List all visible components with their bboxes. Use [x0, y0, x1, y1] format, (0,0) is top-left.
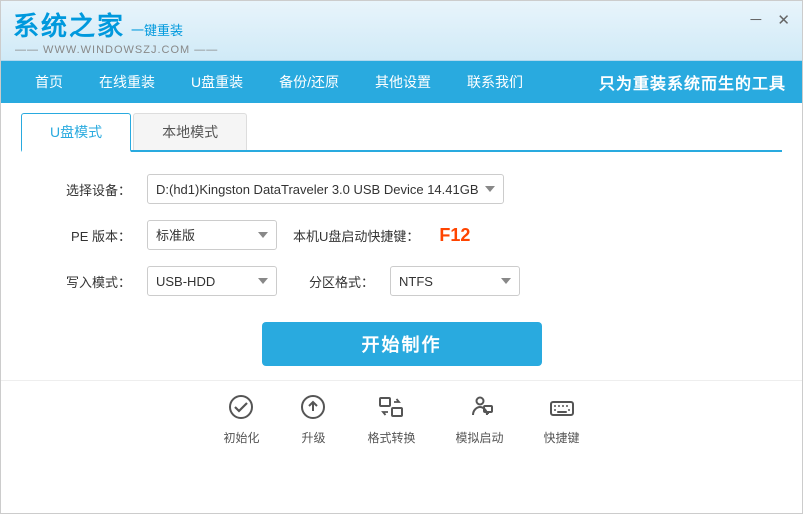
nav-bar: 首页 在线重装 U盘重装 备份/还原 其他设置 联系我们 只为重装系统而生的工具 — [1, 61, 802, 103]
tools-bar: 初始化 升级 — [1, 380, 802, 454]
tool-simulate-boot[interactable]: 模拟启动 — [456, 393, 504, 446]
nav-usb-reinstall[interactable]: U盘重装 — [173, 61, 261, 103]
device-row: 选择设备： D:(hd1)Kingston DataTraveler 3.0 U… — [61, 174, 742, 204]
partition-select-wrap: NTFS — [390, 266, 520, 296]
write-label: 写入模式： — [61, 272, 131, 291]
tool-upgrade[interactable]: 升级 — [299, 393, 327, 446]
pe-select[interactable]: 标准版 — [147, 220, 277, 250]
tool-format-convert-label: 格式转换 — [367, 429, 415, 446]
shortcut-label: 本机U盘启动快捷键： — [293, 226, 419, 245]
window-controls: － ✕ — [748, 13, 790, 48]
content-area: U盘模式 本地模式 选择设备： D:(hd1)Kingston DataTrav… — [1, 103, 802, 513]
tool-initialize[interactable]: 初始化 — [223, 393, 259, 446]
swap-icon — [377, 393, 405, 425]
close-button[interactable]: ✕ — [777, 13, 790, 28]
nav-online-reinstall[interactable]: 在线重装 — [81, 61, 173, 103]
logo-main: 系统之家 — [13, 6, 125, 43]
shortcut-value: F12 — [439, 225, 470, 246]
write-row: 写入模式： USB-HDD 分区格式： NTFS — [61, 266, 742, 296]
upload-icon — [299, 393, 327, 425]
device-label: 选择设备： — [61, 180, 131, 199]
pe-label: PE 版本： — [61, 226, 131, 245]
pe-row: PE 版本： 标准版 本机U盘启动快捷键： F12 — [61, 220, 742, 250]
title-url: —— WWW.WINDOWSZJ.COM —— — [13, 44, 218, 56]
device-select-wrap: D:(hd1)Kingston DataTraveler 3.0 USB Dev… — [147, 174, 742, 204]
tool-format-convert[interactable]: 格式转换 — [367, 393, 415, 446]
start-button[interactable]: 开始制作 — [262, 322, 542, 366]
partition-select[interactable]: NTFS — [390, 266, 520, 296]
nav-other-settings[interactable]: 其他设置 — [357, 61, 449, 103]
title-bar: 系统之家 一键重装 —— WWW.WINDOWSZJ.COM —— － ✕ — [1, 1, 802, 61]
tab-bar: U盘模式 本地模式 — [21, 113, 782, 152]
partition-label: 分区格式： — [309, 272, 374, 291]
nav-contact[interactable]: 联系我们 — [449, 61, 541, 103]
form-area: 选择设备： D:(hd1)Kingston DataTraveler 3.0 U… — [1, 152, 802, 306]
device-select[interactable]: D:(hd1)Kingston DataTraveler 3.0 USB Dev… — [147, 174, 504, 204]
main-window: 系统之家 一键重装 —— WWW.WINDOWSZJ.COM —— － ✕ 首页… — [0, 0, 803, 514]
write-select-wrap: USB-HDD — [147, 266, 277, 296]
minimize-button[interactable]: － — [748, 13, 763, 28]
nav-items: 首页 在线重装 U盘重装 备份/还原 其他设置 联系我们 — [17, 61, 541, 103]
check-circle-icon — [227, 393, 255, 425]
pe-select-wrap: 标准版 — [147, 220, 277, 250]
logo-area: 系统之家 一键重装 —— WWW.WINDOWSZJ.COM —— — [13, 6, 218, 56]
keyboard-icon — [548, 393, 576, 425]
logo-sub: 一键重装 — [131, 20, 183, 39]
person-screen-icon — [466, 393, 494, 425]
tab-usb-mode[interactable]: U盘模式 — [21, 113, 131, 152]
tool-initialize-label: 初始化 — [223, 429, 259, 446]
nav-home[interactable]: 首页 — [17, 61, 81, 103]
tool-shortcut-keys[interactable]: 快捷键 — [544, 393, 580, 446]
tool-simulate-boot-label: 模拟启动 — [456, 429, 504, 446]
nav-slogan: 只为重装系统而生的工具 — [599, 70, 786, 94]
logo: 系统之家 一键重装 — [13, 6, 218, 43]
write-select[interactable]: USB-HDD — [147, 266, 277, 296]
tool-upgrade-label: 升级 — [301, 429, 325, 446]
tool-shortcut-keys-label: 快捷键 — [544, 429, 580, 446]
tab-local-mode[interactable]: 本地模式 — [133, 113, 247, 150]
nav-backup-restore[interactable]: 备份/还原 — [261, 61, 357, 103]
